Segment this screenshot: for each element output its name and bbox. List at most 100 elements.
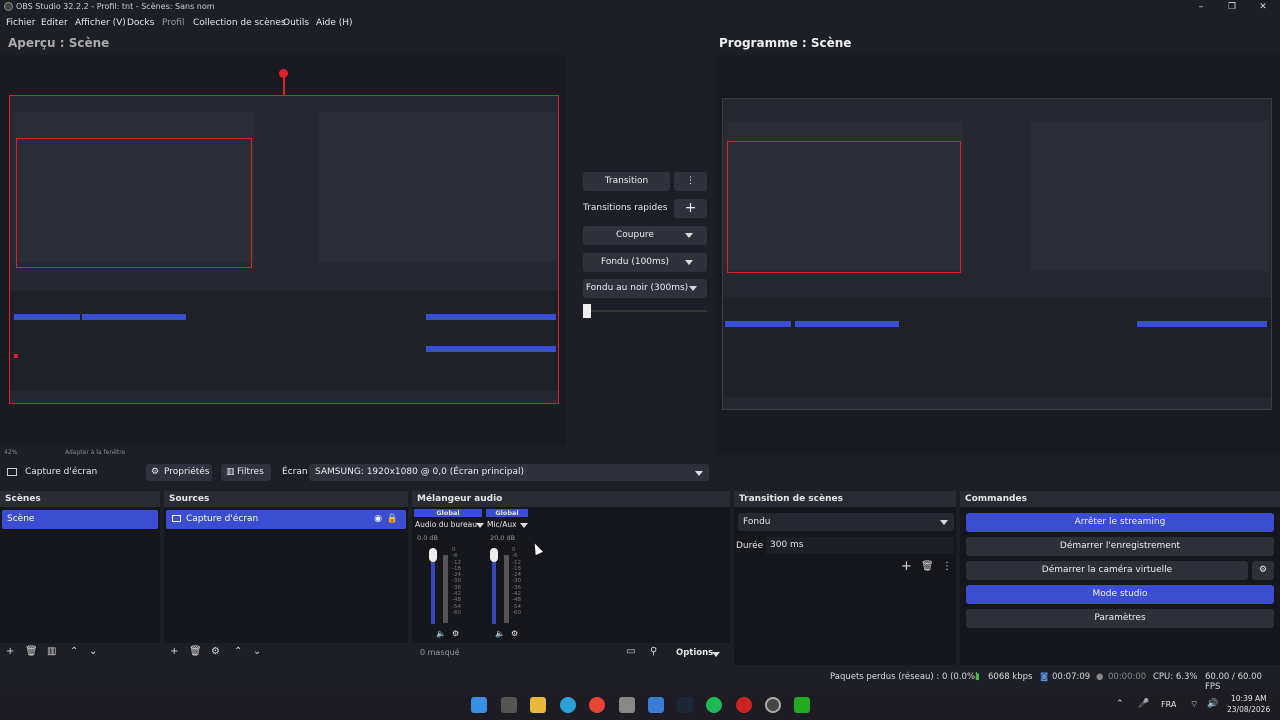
obs-taskbar-icon[interactable] — [765, 697, 781, 713]
chevron-down-icon — [685, 260, 693, 265]
clock-time[interactable]: 10:39 AM — [1231, 694, 1267, 703]
start-recording-button[interactable]: Démarrer l'enregistrement — [966, 537, 1274, 556]
add-icon[interactable]: + — [170, 646, 178, 657]
rotation-handle[interactable] — [279, 69, 288, 78]
selected-source-name: Capture d'écran — [25, 467, 98, 477]
menu-docks[interactable]: Docks — [127, 18, 154, 28]
layout-icon[interactable]: ▭ — [626, 646, 635, 657]
studio-mode-button[interactable]: Mode studio — [966, 585, 1274, 604]
mixer-options-button[interactable]: Options — [676, 648, 713, 658]
down-arrow-icon[interactable]: ⌄ — [253, 646, 261, 657]
screen-select[interactable]: SAMSUNG: 1920x1080 @ 0,0 (Écran principa… — [309, 464, 709, 481]
menu-tools[interactable]: Outils — [283, 18, 309, 28]
sources-dock: Sources Capture d'écran ◉ 🔒 + 🗑 ⚙ ⌃ ⌄ — [164, 491, 408, 665]
zoom-label: 42% — [4, 449, 18, 456]
stop-streaming-button[interactable]: Arrêter le streaming — [966, 513, 1274, 532]
preview-canvas[interactable]: 42% Adapter à la fenêtre — [0, 55, 566, 456]
steam-icon[interactable] — [677, 697, 693, 713]
filter-icon[interactable]: ▥ — [47, 646, 56, 657]
file-explorer-icon[interactable] — [530, 697, 546, 713]
trash-icon[interactable]: 🗑 — [189, 646, 202, 657]
channel-2-name[interactable]: Mic/Aux — [487, 520, 517, 529]
channel-2-volume-track[interactable] — [492, 552, 496, 624]
recorder-icon[interactable] — [736, 697, 752, 713]
add-quick-transition-button[interactable]: + — [674, 199, 707, 218]
filters-button[interactable]: ▥ Filtres — [221, 464, 271, 481]
trash-icon[interactable]: 🗑 — [25, 646, 38, 657]
menu-profile[interactable]: Profil — [162, 18, 184, 28]
fade-black-transition-button[interactable]: Fondu au noir (300ms) — [583, 279, 707, 298]
mute-icon[interactable]: 🔈 — [495, 629, 505, 638]
chevron-down-icon[interactable] — [712, 652, 720, 657]
menu-edit[interactable]: Editer — [41, 18, 68, 28]
record-time: 00:00:00 — [1108, 672, 1147, 682]
source-item[interactable]: Capture d'écran ◉ 🔒 — [166, 510, 406, 529]
duration-spinbox[interactable]: 300 ms — [766, 537, 954, 554]
cpu-usage: CPU: 6.3% — [1153, 672, 1198, 682]
gear-icon[interactable]: ⚙ — [211, 646, 220, 657]
audio-settings-icon[interactable]: ⚙ — [511, 629, 518, 638]
app-icon[interactable] — [794, 697, 810, 713]
down-arrow-icon[interactable]: ⌄ — [89, 646, 97, 657]
channel-1-name[interactable]: Audio du bureau — [415, 520, 477, 529]
app-icon[interactable] — [648, 697, 664, 713]
menu-file[interactable]: Fichier — [6, 18, 35, 28]
channel-2-meter — [504, 555, 509, 623]
fade-transition-button[interactable]: Fondu (100ms) — [583, 253, 707, 272]
spotify-icon[interactable] — [706, 697, 722, 713]
lock-icon[interactable]: 🔒 — [387, 510, 398, 529]
tray-chevron-icon[interactable]: ⌃ — [1116, 699, 1124, 709]
filters-label: Filtres — [237, 467, 264, 477]
duration-value: 300 ms — [770, 540, 804, 550]
channel-2-fader[interactable] — [490, 548, 498, 562]
more-icon[interactable]: ⋮ — [942, 561, 952, 572]
minimize-button[interactable]: – — [1186, 0, 1216, 14]
transition-type-select[interactable]: Fondu — [738, 513, 954, 531]
chevron-down-icon — [689, 286, 697, 291]
fit-label[interactable]: Adapter à la fenêtre — [65, 449, 125, 456]
transition-menu-button[interactable]: ⋮ — [674, 172, 707, 191]
windows-start-icon[interactable] — [471, 697, 487, 713]
start-virtual-camera-button[interactable]: Démarrer la caméra virtuelle — [966, 561, 1248, 580]
menu-help[interactable]: Aide (H) — [316, 18, 353, 28]
windows-taskbar: ⌃ 🎤 FRA ⌔ 🔊 10:39 AM 23/08/2026 — [0, 690, 1280, 720]
store-icon[interactable] — [619, 697, 635, 713]
virtual-camera-settings-button[interactable]: ⚙ — [1252, 561, 1274, 580]
add-icon[interactable]: + — [6, 646, 14, 657]
close-button[interactable]: ✕ — [1248, 0, 1278, 14]
transition-button[interactable]: Transition — [583, 172, 670, 191]
source-capture-preview[interactable] — [9, 95, 559, 404]
add-icon[interactable]: + — [901, 559, 912, 574]
clock-date[interactable]: 23/08/2026 — [1227, 705, 1270, 714]
menu-scene-collection[interactable]: Collection de scènes — [193, 18, 286, 28]
chrome-icon[interactable] — [589, 697, 605, 713]
up-arrow-icon[interactable]: ⌃ — [234, 646, 242, 657]
scenes-list: Scène — [0, 507, 160, 665]
chevron-down-icon[interactable] — [476, 523, 484, 528]
maximize-button[interactable]: ❐ — [1217, 0, 1247, 14]
channel-2-db: 20.0 dB — [490, 534, 516, 542]
audio-settings-icon[interactable]: ⚙ — [452, 629, 459, 638]
channel-1-volume-track[interactable] — [431, 552, 435, 624]
up-arrow-icon[interactable]: ⌃ — [70, 646, 78, 657]
settings-button[interactable]: Paramètres — [966, 609, 1274, 628]
language-indicator[interactable]: FRA — [1161, 700, 1176, 709]
trash-icon[interactable]: 🗑 — [921, 561, 934, 572]
menu-view[interactable]: Afficher (V) — [75, 18, 126, 28]
eye-icon[interactable]: ◉ — [374, 510, 382, 529]
nested-red-frame — [16, 138, 252, 268]
channel-1-fader[interactable] — [429, 548, 437, 562]
filter-icon: ▥ — [226, 467, 235, 477]
edge-icon[interactable] — [560, 697, 576, 713]
properties-button[interactable]: ⚙ Propriétés — [146, 464, 212, 481]
chevron-down-icon[interactable] — [520, 523, 528, 528]
cut-transition-button[interactable]: Coupure — [583, 226, 707, 245]
link-icon[interactable]: ⚲ — [650, 646, 657, 657]
mute-icon[interactable]: 🔈 — [436, 629, 446, 638]
scale-tick: -30 — [512, 578, 521, 585]
scene-item[interactable]: Scène — [2, 510, 158, 529]
t-bar-handle[interactable] — [583, 304, 591, 318]
task-view-icon[interactable] — [501, 697, 517, 713]
signal-icon: ▮ — [975, 672, 980, 682]
duration-label: Durée — [736, 541, 764, 551]
